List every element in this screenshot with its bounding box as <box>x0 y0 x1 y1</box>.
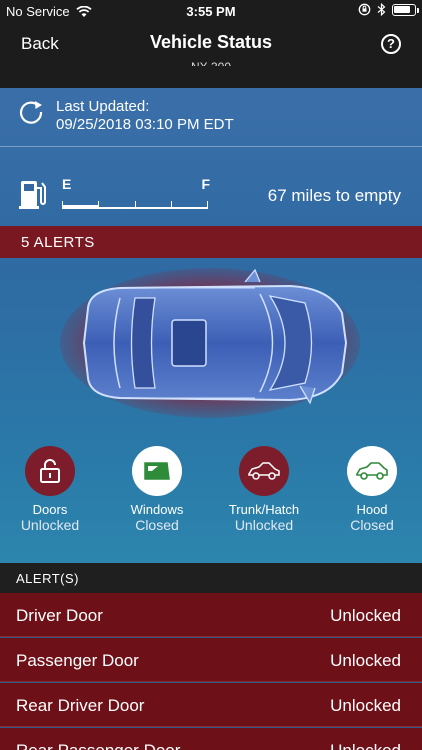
battery-icon <box>392 3 419 16</box>
status-value: Closed <box>350 517 394 533</box>
miles-to-empty: 67 miles to empty <box>267 186 401 205</box>
help-button[interactable]: ? <box>381 34 401 54</box>
fuel-gauge: E F <box>62 176 212 212</box>
bluetooth-icon <box>377 3 386 16</box>
alert-row-label: Rear Driver Door <box>16 696 145 715</box>
status-bar: No Service 3:55 PM <box>0 0 422 22</box>
header-notch <box>0 66 422 88</box>
fuel-section: E F 67 miles to empty <box>0 168 422 224</box>
fuel-gauge-fill <box>62 205 99 209</box>
alert-row-passenger-door[interactable]: Passenger Door Unlocked <box>0 638 422 682</box>
alert-row-value: Unlocked <box>330 606 401 625</box>
last-updated-section[interactable]: Last Updated: 09/25/2018 03:10 PM EDT <box>0 88 422 144</box>
status-item-doors[interactable]: Doors Unlocked <box>5 446 95 533</box>
status-value: Unlocked <box>234 517 294 533</box>
status-name: Windows <box>130 502 184 517</box>
status-item-windows[interactable]: Windows Closed <box>112 446 202 533</box>
alert-list-header: ALERT(S) <box>0 563 422 593</box>
car-trunk-icon <box>248 462 280 480</box>
alert-row-label: Passenger Door <box>16 651 139 670</box>
vehicle-status-items: Doors Unlocked Windows Closed Trunk/Hatc… <box>0 446 422 536</box>
orientation-lock-icon <box>358 3 371 16</box>
status-value: Unlocked <box>20 517 80 533</box>
alert-row-value: Unlocked <box>330 741 401 750</box>
alerts-count: 5 ALERTS <box>21 234 95 251</box>
alert-row-label: Rear Passenger Door <box>16 741 180 750</box>
fuel-full-label: F <box>201 176 210 192</box>
alert-row-rear-passenger-door[interactable]: Rear Passenger Door Unlocked <box>0 728 422 750</box>
gauge-tick <box>98 201 99 208</box>
gauge-tick <box>135 201 136 208</box>
car-hood-icon <box>356 462 388 480</box>
last-updated-label: Last Updated: <box>56 98 150 115</box>
fuel-pump-icon <box>19 181 46 209</box>
status-item-trunk[interactable]: Trunk/Hatch Unlocked <box>219 446 309 533</box>
last-updated-value: 09/25/2018 03:10 PM EDT <box>56 116 234 133</box>
alert-row-rear-driver-door[interactable]: Rear Driver Door Unlocked <box>0 683 422 727</box>
alert-list-title: ALERT(S) <box>16 571 79 586</box>
window-icon <box>144 462 170 480</box>
page-title: Vehicle Status <box>149 32 273 52</box>
status-value: Closed <box>135 517 179 533</box>
status-name: Trunk/Hatch <box>228 502 300 517</box>
alert-row-value: Unlocked <box>330 651 401 670</box>
refresh-icon[interactable] <box>18 98 44 124</box>
gauge-tick <box>62 201 63 208</box>
fuel-empty-label: E <box>62 176 72 192</box>
alerts-banner: 5 ALERTS <box>0 226 422 258</box>
status-name: Doors <box>32 502 68 517</box>
status-item-hood[interactable]: Hood Closed <box>327 446 417 533</box>
alert-row-driver-door[interactable]: Driver Door Unlocked <box>0 593 422 637</box>
status-name: Hood <box>356 502 388 517</box>
alert-row-value: Unlocked <box>330 696 401 715</box>
alert-row-label: Driver Door <box>16 606 103 625</box>
unlocked-padlock-icon <box>40 459 60 483</box>
gauge-tick <box>207 201 208 208</box>
divider <box>0 146 422 147</box>
car-top-view-illustration <box>60 268 360 418</box>
gauge-tick <box>171 201 172 208</box>
